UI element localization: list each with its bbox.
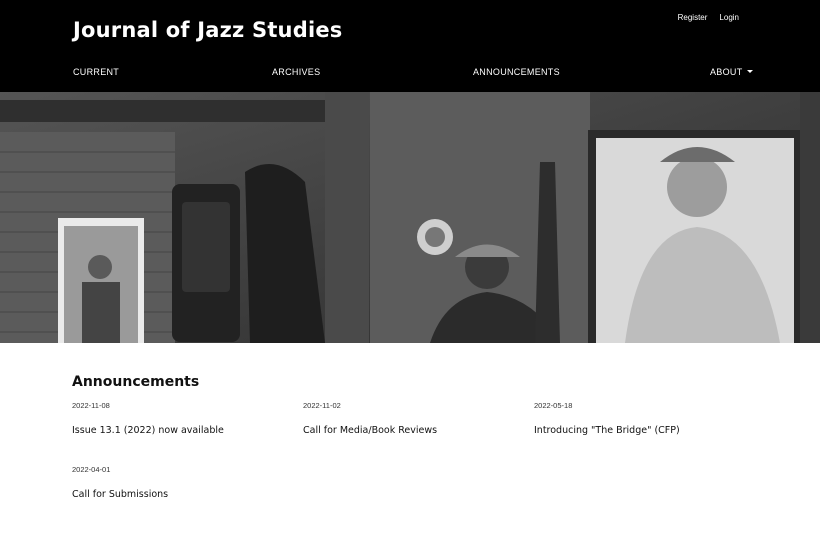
announcement-title-link[interactable]: Issue 13.1 (2022) now available bbox=[72, 425, 292, 436]
announcement-date: 2022-04-01 bbox=[72, 465, 111, 474]
announcement-title-link[interactable]: Call for Submissions bbox=[72, 489, 292, 500]
user-nav: Register Login bbox=[678, 13, 739, 22]
register-link[interactable]: Register bbox=[678, 13, 708, 22]
nav-archives[interactable]: ARCHIVES bbox=[272, 67, 320, 77]
announcement-item: 2022-04-01 Call for Submissions bbox=[72, 465, 292, 500]
caret-down-icon bbox=[746, 70, 753, 73]
announcement-date: 2022-05-18 bbox=[534, 401, 573, 410]
announcement-date: 2022-11-08 bbox=[72, 401, 110, 410]
nav-about[interactable]: ABOUT bbox=[710, 67, 753, 77]
hero-image bbox=[0, 92, 820, 343]
nav-about-label: ABOUT bbox=[710, 67, 743, 77]
announcements-heading: Announcements bbox=[72, 374, 200, 390]
nav-announcements[interactable]: ANNOUNCEMENTS bbox=[473, 67, 560, 77]
login-link[interactable]: Login bbox=[719, 13, 739, 22]
announcement-title-link[interactable]: Introducing "The Bridge" (CFP) bbox=[534, 425, 754, 436]
announcement-item: 2022-05-18 Introducing "The Bridge" (CFP… bbox=[534, 401, 754, 436]
announcement-item: 2022-11-02 Call for Media/Book Reviews bbox=[303, 401, 523, 436]
site-title[interactable]: Journal of Jazz Studies bbox=[73, 18, 342, 42]
main-content: Announcements 2022-11-08 Issue 13.1 (202… bbox=[0, 343, 820, 537]
hero-photo bbox=[0, 92, 820, 343]
site-header: Journal of Jazz Studies Register Login C… bbox=[0, 0, 820, 92]
announcement-title-link[interactable]: Call for Media/Book Reviews bbox=[303, 425, 523, 436]
announcement-date: 2022-11-02 bbox=[303, 401, 341, 410]
nav-current[interactable]: CURRENT bbox=[73, 67, 119, 77]
announcement-item: 2022-11-08 Issue 13.1 (2022) now availab… bbox=[72, 401, 292, 436]
